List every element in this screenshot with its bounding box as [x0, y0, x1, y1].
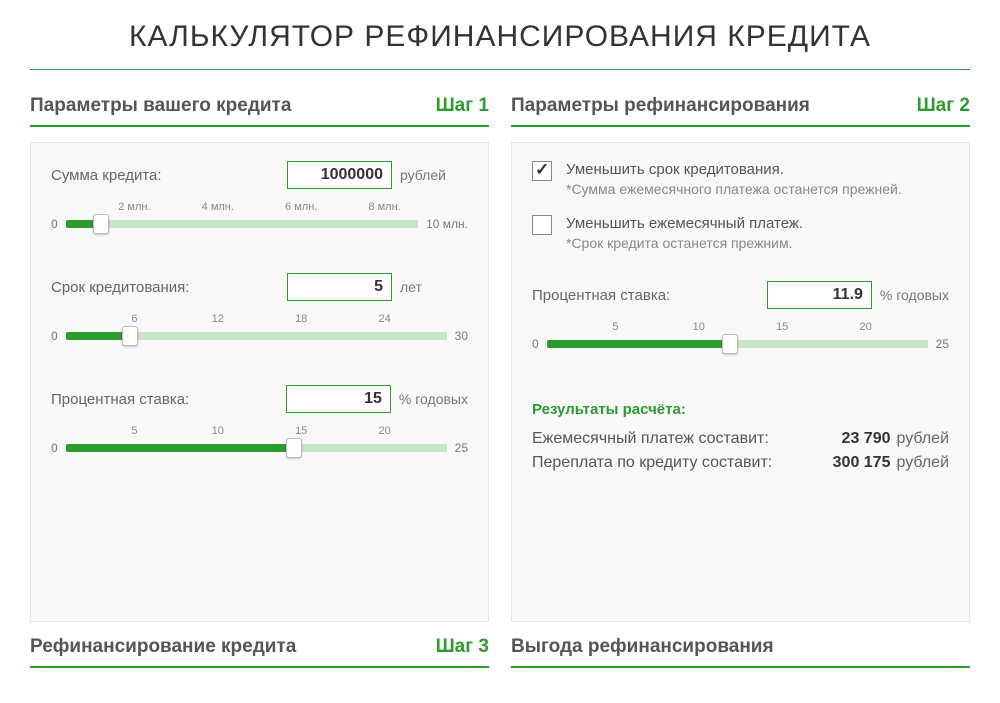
section-header-right: Параметры рефинансирования Шаг 2 — [511, 95, 970, 127]
page-title: КАЛЬКУЛЯТОР РЕФИНАНСИРОВАНИЯ КРЕДИТА — [30, 20, 970, 54]
rate-right-min: 0 — [532, 337, 539, 351]
term-ticks: 6 12 18 24 — [51, 313, 468, 327]
result-overpay-unit: рублей — [896, 454, 949, 472]
rate-left-label: Процентная ставка: — [51, 391, 286, 408]
section-title-4: Выгода рефинансирования — [511, 636, 774, 658]
checkbox-reduce-payment[interactable] — [532, 215, 552, 235]
rate-left-unit: % годовых — [399, 391, 468, 407]
opt1-label: Уменьшить срок кредитования. — [566, 161, 902, 178]
rate-right-handle[interactable] — [722, 334, 738, 354]
option-reduce-payment: Уменьшить ежемесячный платеж. *Срок кред… — [532, 215, 949, 251]
result-monthly: Ежемесячный платеж составит: 23 790 рубл… — [532, 430, 949, 448]
section-title-right: Параметры рефинансирования — [511, 95, 810, 117]
field-amount: Сумма кредита: рублей 2 млн. 4 млн. 6 мл… — [51, 161, 468, 231]
results-title: Результаты расчёта: — [532, 401, 949, 418]
amount-min: 0 — [51, 217, 58, 231]
rate-left-min: 0 — [51, 441, 58, 455]
opt2-label: Уменьшить ежемесячный платеж. — [566, 215, 803, 232]
field-term: Срок кредитования: лет 6 12 18 24 0 — [51, 273, 468, 343]
rate-right-max: 25 — [936, 337, 949, 351]
amount-ticks: 2 млн. 4 млн. 6 млн. 8 млн. — [51, 201, 468, 215]
result-monthly-unit: рублей — [896, 430, 949, 448]
term-min: 0 — [51, 329, 58, 343]
amount-label: Сумма кредита: — [51, 167, 287, 184]
panel-left: Сумма кредита: рублей 2 млн. 4 млн. 6 мл… — [30, 142, 489, 622]
rate-right-unit: % годовых — [880, 287, 949, 303]
term-input[interactable] — [287, 273, 392, 301]
col-left: Параметры вашего кредита Шаг 1 Сумма кре… — [30, 95, 489, 683]
section-header-4: Выгода рефинансирования — [511, 636, 970, 668]
rate-left-slider[interactable] — [66, 444, 447, 452]
checkbox-reduce-term[interactable] — [532, 161, 552, 181]
amount-max: 10 млн. — [426, 217, 468, 231]
rate-right-slider[interactable] — [547, 340, 928, 348]
field-rate-left: Процентная ставка: % годовых 5 10 15 20 … — [51, 385, 468, 455]
divider — [30, 69, 970, 70]
amount-unit: рублей — [400, 167, 468, 183]
step-label-3: Шаг 3 — [436, 636, 489, 658]
result-monthly-label: Ежемесячный платеж составит: — [532, 430, 820, 448]
rate-left-max: 25 — [455, 441, 468, 455]
term-handle[interactable] — [122, 326, 138, 346]
section-header-left: Параметры вашего кредита Шаг 1 — [30, 95, 489, 127]
amount-input[interactable] — [287, 161, 392, 189]
opt2-note: *Срок кредита останется прежним. — [566, 235, 803, 251]
result-overpay: Переплата по кредиту составит: 300 175 р… — [532, 454, 949, 472]
rate-left-ticks: 5 10 15 20 — [51, 425, 468, 439]
term-max: 30 — [455, 329, 468, 343]
amount-handle[interactable] — [93, 214, 109, 234]
rate-left-handle[interactable] — [286, 438, 302, 458]
section-header-3: Рефинансирование кредита Шаг 3 — [30, 636, 489, 668]
section-title-left: Параметры вашего кредита — [30, 95, 291, 117]
rate-left-input[interactable] — [286, 385, 391, 413]
term-slider[interactable] — [66, 332, 447, 340]
rate-right-ticks: 5 10 15 20 — [532, 321, 949, 335]
panel-right: Уменьшить срок кредитования. *Сумма ежем… — [511, 142, 970, 622]
option-reduce-term: Уменьшить срок кредитования. *Сумма ежем… — [532, 161, 949, 197]
result-overpay-label: Переплата по кредиту составит: — [532, 454, 820, 472]
term-label: Срок кредитования: — [51, 279, 287, 296]
main-columns: Параметры вашего кредита Шаг 1 Сумма кре… — [30, 95, 970, 683]
step-label-1: Шаг 1 — [436, 95, 489, 117]
rate-right-input[interactable] — [767, 281, 872, 309]
section-title-3: Рефинансирование кредита — [30, 636, 296, 658]
field-rate-right: Процентная ставка: % годовых 5 10 15 20 … — [532, 281, 949, 351]
rate-right-label: Процентная ставка: — [532, 287, 767, 304]
opt1-note: *Сумма ежемесячного платежа останется пр… — [566, 181, 902, 197]
result-overpay-value: 300 175 — [820, 454, 890, 472]
amount-slider[interactable] — [66, 220, 418, 228]
result-monthly-value: 23 790 — [820, 430, 890, 448]
step-label-2: Шаг 2 — [917, 95, 970, 117]
term-unit: лет — [400, 279, 468, 295]
col-right: Параметры рефинансирования Шаг 2 Уменьши… — [511, 95, 970, 683]
